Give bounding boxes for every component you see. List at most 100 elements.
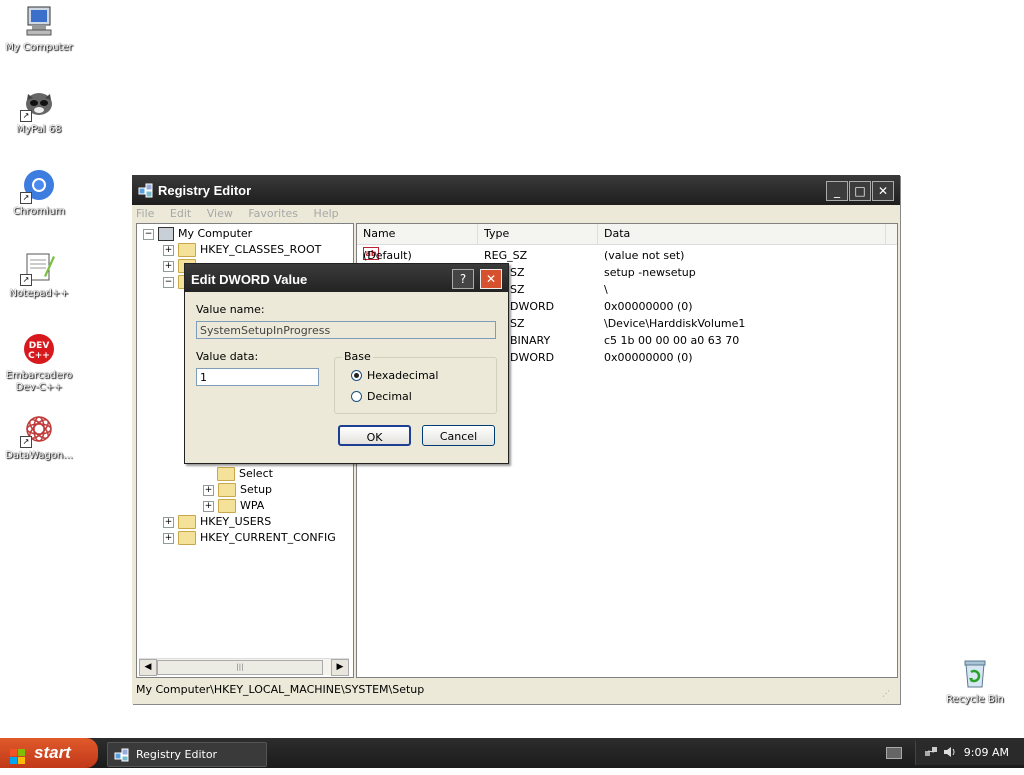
shortcut-arrow-icon: ↗: [20, 436, 32, 448]
expand-icon[interactable]: +: [203, 500, 214, 512]
base-groupbox: [334, 357, 497, 414]
desktop-icon-label: DataWagon...: [5, 450, 73, 461]
hexadecimal-radio[interactable]: [351, 370, 362, 381]
value-data: 0x00000000 (0): [604, 300, 693, 313]
edit-dword-dialog: Edit DWORD Value ? ✕ Value name: SystemS…: [184, 263, 509, 464]
start-label: start: [34, 743, 71, 762]
value-data: 0x00000000 (0): [604, 351, 693, 364]
menu-edit[interactable]: Edit: [170, 207, 191, 220]
tree-item-label: HKEY_USERS: [200, 515, 272, 528]
column-header-type[interactable]: Type: [478, 224, 598, 244]
value-data: \: [604, 283, 608, 296]
shortcut-arrow-icon: ↗: [20, 274, 32, 286]
desktop-icon-label: Embarcadero Dev-C++: [5, 370, 73, 393]
tree-horizontal-scrollbar[interactable]: ◀ ||| ▶: [139, 658, 349, 676]
desktop-icon-devcpp[interactable]: DEV C++ Embarcadero Dev-C++: [0, 332, 78, 394]
resize-grip-icon[interactable]: ⋰: [882, 685, 894, 698]
my-computer-icon: [22, 4, 56, 38]
tree-item-hkey-classes-root[interactable]: + HKEY_CLASSES_ROOT: [163, 242, 321, 258]
scroll-right-arrow-icon[interactable]: ▶: [331, 659, 349, 676]
shortcut-arrow-icon: ↗: [20, 192, 32, 204]
hexadecimal-label[interactable]: Hexadecimal: [367, 369, 438, 382]
devcpp-icon: DEV C++: [22, 332, 56, 366]
svg-text:DEV: DEV: [29, 341, 50, 351]
tree-item-hkey-users[interactable]: + HKEY_USERS: [163, 514, 271, 530]
desktop-icon-datawagon[interactable]: ↗ DataWagon...: [0, 412, 78, 462]
expand-icon[interactable]: +: [163, 516, 174, 528]
clock[interactable]: 9:09 AM: [964, 746, 1009, 759]
close-button[interactable]: ✕: [872, 181, 894, 201]
menu-favorites[interactable]: Favorites: [248, 207, 298, 220]
tree-item-select[interactable]: Select: [217, 466, 273, 482]
tree-item-wpa[interactable]: + WPA: [203, 498, 264, 514]
tree-item-label: HKEY_CLASSES_ROOT: [200, 243, 322, 256]
mypal-icon: ↗: [20, 86, 56, 122]
desktop-icon-label: MyPal 68: [16, 124, 62, 135]
folder-icon: [218, 483, 236, 497]
expand-icon[interactable]: +: [163, 532, 174, 544]
desktop-icon-notepad-plus-plus[interactable]: ↗ Notepad++: [0, 250, 78, 300]
maximize-button[interactable]: □: [849, 181, 871, 201]
network-icon[interactable]: [924, 745, 938, 759]
scrollbar-thumb[interactable]: |||: [157, 660, 323, 675]
collapse-icon[interactable]: −: [143, 228, 154, 240]
folder-icon: [178, 531, 196, 545]
windows-flag-icon: [10, 745, 26, 764]
ok-button[interactable]: OK: [338, 425, 411, 446]
value-data: (value not set): [604, 249, 685, 262]
tree-root-my-computer[interactable]: − My Computer: [143, 226, 252, 242]
desktop-icon-mypal[interactable]: ↗ MyPal 68: [0, 86, 78, 136]
folder-icon: [178, 243, 196, 257]
value-data: \Device\HarddiskVolume1: [604, 317, 746, 330]
status-path: My Computer\HKEY_LOCAL_MACHINE\SYSTEM\Se…: [136, 683, 425, 696]
tree-item-label: WPA: [240, 499, 265, 512]
value-data-input[interactable]: 1: [196, 368, 319, 386]
collapse-icon[interactable]: −: [163, 276, 174, 288]
folder-icon: [178, 515, 196, 529]
tree-item-label: Setup: [240, 483, 273, 496]
desktop-icon-recycle-bin[interactable]: Recycle Bin: [936, 656, 1014, 706]
menu-help[interactable]: Help: [314, 207, 339, 220]
desktop-icon-chromium[interactable]: ↗ Chromium: [0, 168, 78, 218]
cancel-button[interactable]: Cancel: [422, 425, 495, 446]
menu-file[interactable]: File: [136, 207, 154, 220]
menu-view[interactable]: View: [207, 207, 233, 220]
regedit-icon: [138, 182, 154, 198]
decimal-radio[interactable]: [351, 391, 362, 402]
value-type: DWORD: [510, 351, 555, 364]
dialog-titlebar[interactable]: Edit DWORD Value ? ✕: [185, 264, 508, 292]
value-type: SZ: [510, 266, 525, 279]
decimal-label[interactable]: Decimal: [367, 390, 412, 403]
column-header-name[interactable]: Name: [357, 224, 478, 244]
expand-icon[interactable]: +: [163, 260, 174, 272]
value-type: DWORD: [510, 300, 555, 313]
scroll-left-arrow-icon[interactable]: ◀: [139, 659, 157, 676]
help-button[interactable]: ?: [452, 269, 474, 289]
minimize-button[interactable]: _: [826, 181, 848, 201]
volume-icon[interactable]: [942, 745, 956, 759]
list-row[interactable]: ab (Default) REG_SZ (value not set): [357, 247, 897, 264]
window-titlebar[interactable]: Registry Editor _ □ ✕: [132, 175, 900, 205]
svg-text:C++: C++: [28, 351, 50, 361]
desktop-icon-my-computer[interactable]: My Computer: [0, 4, 78, 54]
shortcut-arrow-icon: ↗: [20, 110, 32, 122]
dialog-close-button[interactable]: ✕: [480, 269, 502, 289]
taskbar-button-registry-editor[interactable]: Registry Editor: [107, 742, 267, 767]
desktop-icon-label: Chromium: [13, 206, 65, 217]
base-label: Base: [342, 350, 373, 363]
value-type: BINARY: [510, 334, 551, 347]
value-type: SZ: [510, 317, 525, 330]
column-header-data[interactable]: Data: [598, 224, 886, 244]
status-bar: My Computer\HKEY_LOCAL_MACHINE\SYSTEM\Se…: [136, 681, 896, 699]
notepad-plus-plus-icon: ↗: [20, 250, 56, 286]
tree-item-setup[interactable]: + Setup: [203, 482, 272, 498]
tree-item-hkey-current-config[interactable]: + HKEY_CURRENT_CONFIG: [163, 530, 336, 546]
start-button[interactable]: start: [0, 738, 98, 768]
expand-icon[interactable]: +: [203, 484, 214, 496]
folder-icon: [217, 467, 235, 481]
keyboard-icon[interactable]: [886, 747, 902, 759]
expand-icon[interactable]: +: [163, 244, 174, 256]
datawagon-icon: ↗: [20, 412, 56, 448]
value-type: SZ: [510, 283, 525, 296]
system-tray: 9:09 AM: [915, 741, 1024, 765]
